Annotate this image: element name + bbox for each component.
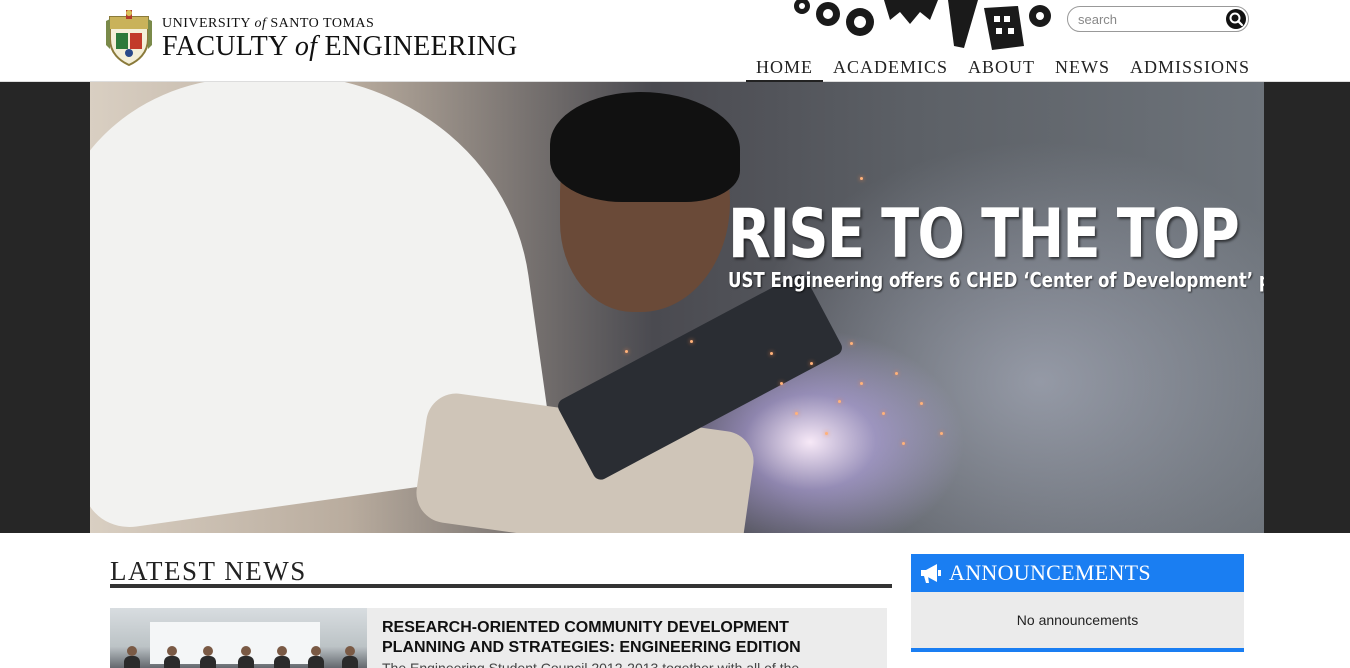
- logo-faculty-of: of: [294, 31, 318, 62]
- announcements-header: ANNOUNCEMENTS: [911, 554, 1244, 592]
- thumbnail-person: [274, 646, 290, 668]
- latest-news-divider: [110, 584, 892, 588]
- logo-university-pre: UNIVERSITY: [162, 16, 255, 31]
- megaphone-icon: [921, 564, 941, 583]
- hero-image-hair: [550, 92, 740, 202]
- hero-title: RISE TO THE TOP: [728, 195, 1240, 274]
- announcements-bottom-bar: [911, 648, 1244, 652]
- nav-about[interactable]: ABOUT: [958, 55, 1045, 82]
- logo-text: UNIVERSITY of SANTO TOMAS FACULTY of ENG…: [162, 14, 518, 62]
- thumbnail-person: [164, 646, 180, 668]
- logo-faculty-pre: FACULTY: [162, 31, 295, 62]
- search-icon: [1229, 12, 1244, 27]
- site-header: UNIVERSITY of SANTO TOMAS FACULTY of ENG…: [0, 0, 1350, 84]
- search-button[interactable]: [1226, 9, 1246, 29]
- nav-academics[interactable]: ACADEMICS: [823, 55, 958, 82]
- hero-subtitle: UST Engineering offers 6 CHED ‘Center of…: [728, 268, 1264, 292]
- search-input[interactable]: [1078, 10, 1218, 28]
- thumbnail-person: [124, 646, 140, 668]
- thumbnail-person: [308, 646, 324, 668]
- news-excerpt: The Engineering Student Council 2012-201…: [382, 660, 800, 668]
- announcements-panel: ANNOUNCEMENTS No announcements: [911, 554, 1244, 652]
- news-item[interactable]: RESEARCH-ORIENTED COMMUNITY DEVELOPMENT …: [110, 608, 887, 668]
- thumbnail-person: [238, 646, 254, 668]
- gears-banner-icon: [794, 0, 1051, 50]
- news-headline-link[interactable]: RESEARCH-ORIENTED COMMUNITY DEVELOPMENT …: [382, 618, 872, 658]
- nav-admissions[interactable]: ADMISSIONS: [1120, 55, 1260, 82]
- nav-news[interactable]: NEWS: [1045, 55, 1120, 82]
- hero-banner[interactable]: RISE TO THE TOP UST Engineering offers 6…: [90, 82, 1264, 533]
- thumbnail-person: [342, 646, 358, 668]
- main-nav: HOME ACADEMICS ABOUT NEWS ADMISSIONS: [745, 55, 1260, 84]
- nav-home[interactable]: HOME: [745, 55, 823, 84]
- announcements-heading: ANNOUNCEMENTS: [949, 560, 1151, 585]
- thumbnail-person: [200, 646, 216, 668]
- logo-university-post: SANTO TOMAS: [266, 16, 375, 31]
- logo-university-of: of: [254, 16, 267, 31]
- announcements-empty-text: No announcements: [1016, 612, 1139, 628]
- site-logo[interactable]: UNIVERSITY of SANTO TOMAS FACULTY of ENG…: [104, 9, 518, 67]
- news-thumbnail[interactable]: [110, 608, 367, 668]
- university-seal-icon: [106, 10, 152, 67]
- logo-faculty-line: FACULTY of ENGINEERING: [162, 32, 518, 62]
- logo-faculty-post: ENGINEERING: [317, 31, 518, 62]
- logo-university-line: UNIVERSITY of SANTO TOMAS: [162, 16, 518, 32]
- latest-news-heading: LATEST NEWS: [110, 556, 307, 586]
- search-box: [1067, 6, 1249, 32]
